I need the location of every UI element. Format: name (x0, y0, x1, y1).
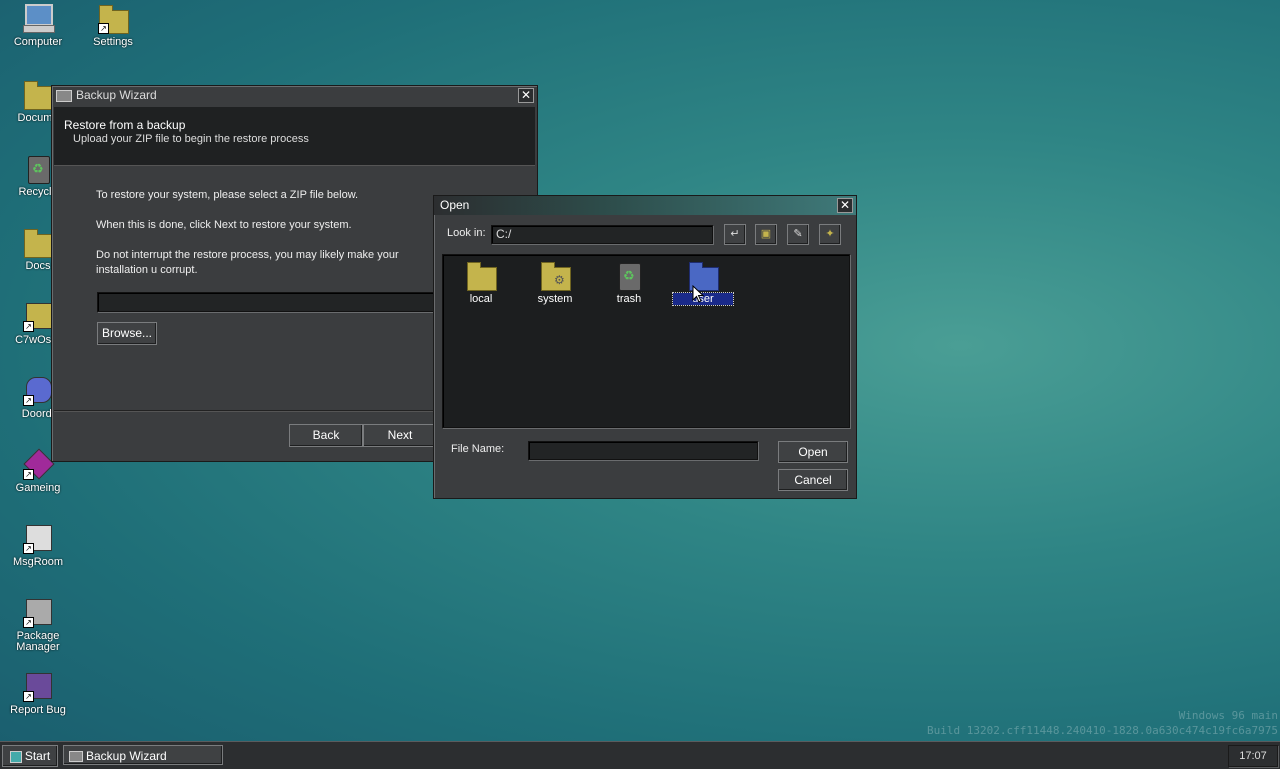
enter-arrow-icon: ↵ (730, 228, 740, 240)
wizard-warning: Do not interrupt the restore process, yo… (96, 249, 399, 276)
desktop-icon-settings[interactable]: ↗ Settings (75, 2, 151, 48)
taskbar-item-backup-wizard[interactable]: Backup Wizard (63, 745, 223, 765)
wizard-subheading: Upload your ZIP file to begin the restor… (73, 133, 309, 145)
file-list[interactable]: local ⚙ system trash user (442, 254, 850, 428)
start-icon (9, 750, 22, 763)
desktop-icon-label: Settings (93, 36, 133, 48)
file-item-local[interactable]: local (451, 259, 511, 305)
file-name-label: File Name: (451, 443, 505, 455)
browse-button[interactable]: Browse... (97, 322, 157, 345)
taskbar-clock[interactable]: 17:07 (1228, 745, 1278, 767)
package-manager-icon: ↗ (21, 596, 55, 628)
file-item-label: local (469, 293, 493, 305)
open-dialog-title: Open (440, 198, 470, 212)
file-item-label: trash (616, 293, 642, 305)
folder-icon (21, 226, 55, 258)
go-to-path-button[interactable]: ↵ (724, 224, 746, 245)
file-name-input[interactable] (528, 441, 758, 460)
cancel-button[interactable]: Cancel (778, 469, 848, 491)
wizard-header: Restore from a backup Upload your ZIP fi… (54, 107, 535, 166)
open-dialog-close-button[interactable]: ✕ (837, 198, 853, 213)
build-watermark-line2: Build 13202.cff11448.240410-1828.0a630c4… (927, 724, 1278, 737)
desktop-icon-label: Gameing (15, 482, 61, 494)
taskbar-item-label: Backup Wizard (86, 749, 167, 763)
start-button[interactable]: Start (2, 745, 58, 767)
back-button[interactable]: Back (289, 424, 363, 447)
close-icon: ✕ (839, 198, 851, 212)
open-file-dialog: Open ✕ Look in: C:/ ↵ ▣ ✎ ✦ local ⚙ syst… (433, 195, 857, 499)
build-watermark-line1: Windows 96 main (1178, 709, 1278, 722)
zip-file-path-input[interactable] (97, 292, 483, 312)
report-bug-icon: ↗ (21, 670, 55, 702)
settings-icon: ↗ (96, 2, 130, 34)
desktop-icon-label: MsgRoom (12, 556, 64, 568)
desktop-icon-label: Computer (13, 36, 63, 48)
computer-icon (21, 2, 55, 34)
new-folder-button[interactable]: ✦ (819, 224, 841, 245)
desktop-icon-label: Package Manager (16, 630, 60, 653)
look-in-label: Look in: (447, 227, 486, 239)
wizard-titlebar[interactable]: Backup Wizard ✕ (52, 86, 537, 105)
doordish-icon: ↗ (21, 374, 55, 406)
start-label: Start (24, 749, 51, 763)
desktop-icon-msgroom[interactable]: ↗ MsgRoom (0, 522, 76, 568)
file-item-trash[interactable]: trash (599, 259, 659, 305)
wizard-title: Backup Wizard (76, 88, 157, 102)
open-dialog-titlebar[interactable]: Open ✕ (434, 196, 856, 215)
new-folder-icon: ✦ (825, 228, 835, 240)
game-icon: ↗ (21, 448, 55, 480)
system-folder-icon: ⚙ (538, 259, 572, 291)
documents-folder-icon (21, 78, 55, 110)
msgroom-icon: ↗ (21, 522, 55, 554)
up-folder-button[interactable]: ▣ (755, 224, 777, 245)
wizard-close-button[interactable]: ✕ (518, 88, 534, 103)
file-item-system[interactable]: ⚙ system (525, 259, 585, 305)
backup-wizard-icon (69, 751, 83, 762)
next-button[interactable]: Next (363, 424, 437, 447)
app-icon: ↗ (21, 300, 55, 332)
folder-icon (464, 259, 498, 291)
wizard-instruction-2: When this is done, click Next to restore… (96, 219, 352, 231)
edit-icon: ✎ (793, 228, 803, 240)
desktop-icon-label: Report Bug (10, 704, 66, 716)
look-in-path-input[interactable]: C:/ (491, 225, 713, 244)
desktop-icon-report-bug[interactable]: ↗ Report Bug (0, 670, 76, 716)
edit-button[interactable]: ✎ (787, 224, 809, 245)
desktop-icon-package-manager[interactable]: ↗ Package Manager (0, 596, 76, 653)
wizard-app-icon (56, 89, 72, 102)
recycle-bin-icon (21, 152, 55, 184)
desktop-icon-computer[interactable]: Computer (0, 2, 76, 48)
wizard-heading: Restore from a backup (64, 118, 186, 132)
open-button[interactable]: Open (778, 441, 848, 463)
close-icon: ✕ (520, 88, 532, 102)
taskbar: Start Backup Wizard 17:07 (0, 741, 1280, 769)
folder-up-icon: ▣ (760, 228, 772, 240)
trash-icon (612, 259, 646, 291)
wizard-instruction-1: To restore your system, please select a … (96, 189, 359, 201)
file-item-label: system (537, 293, 573, 305)
